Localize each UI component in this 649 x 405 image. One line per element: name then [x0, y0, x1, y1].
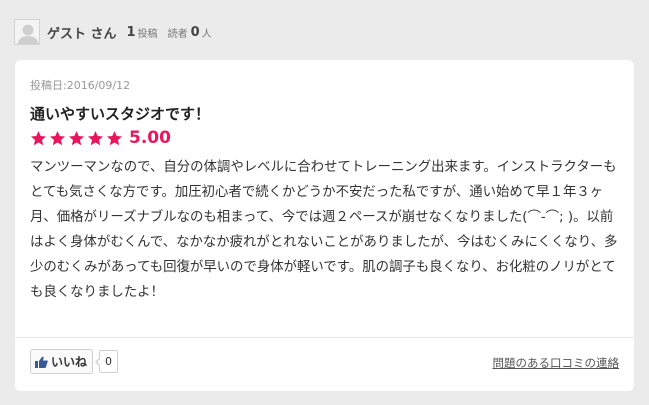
star-icon	[68, 130, 85, 145]
post-date: 投稿日:2016/09/12	[30, 79, 131, 92]
readers-unit: 人	[201, 28, 212, 40]
star-icon	[49, 130, 66, 145]
star-icon	[30, 130, 47, 145]
rating-stars	[30, 130, 125, 147]
review-card: 投稿日:2016/09/12 通いやすいスタジオです！ 5.00 マンツーマンな…	[15, 60, 634, 391]
posts-count: 1	[126, 24, 136, 40]
divider	[15, 337, 634, 338]
like-count: 0	[95, 350, 119, 373]
rating: 5.00	[30, 127, 171, 149]
readers-label: 読者	[167, 28, 188, 40]
star-icon	[106, 130, 123, 145]
user-bar: ゲスト さん 1 投稿 読者 0 人	[14, 19, 222, 45]
thumbs-up-icon	[35, 356, 48, 368]
user-silhouette-icon	[15, 20, 39, 44]
rating-value: 5.00	[129, 128, 171, 148]
readers-count: 0	[190, 24, 200, 40]
like-label: いいね	[51, 355, 88, 369]
report-review-link[interactable]: 問題のある口コミの連絡	[493, 355, 620, 371]
posts-label: 投稿	[137, 28, 158, 40]
review-body: マンツーマンなので、自分の体調やレベルに合わせてトレーニング出来ます。インストラ…	[30, 160, 618, 300]
user-name[interactable]: ゲスト さん	[47, 23, 117, 42]
like-area: いいね 0	[30, 349, 119, 374]
avatar[interactable]	[14, 19, 40, 45]
like-button[interactable]: いいね	[30, 349, 94, 374]
star-icon	[87, 130, 104, 145]
review-title: 通いやすいスタジオです！	[30, 105, 211, 123]
